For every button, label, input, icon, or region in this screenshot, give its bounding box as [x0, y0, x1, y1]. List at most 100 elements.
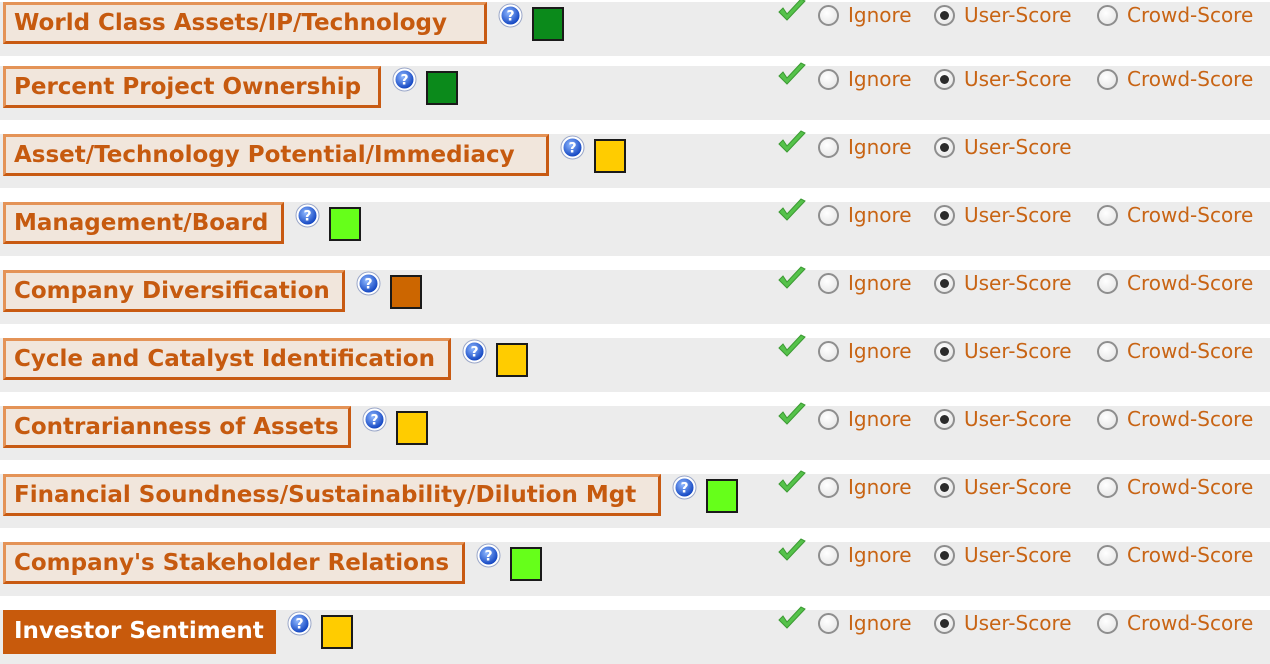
criterion-button[interactable]: World Class Assets/IP/Technology	[3, 2, 487, 44]
ignore-option[interactable]: Ignore	[818, 470, 912, 504]
help-icon[interactable]: ?	[560, 135, 585, 160]
checkmark-icon	[776, 468, 808, 498]
checkmark-icon	[776, 400, 808, 430]
ignore-option[interactable]: Ignore	[818, 402, 912, 436]
crowd-score-option[interactable]: Crowd-Score	[1097, 334, 1253, 368]
ignore-option[interactable]: Ignore	[818, 62, 912, 96]
checkmark-icon	[776, 60, 808, 90]
crowd-score-radio[interactable]	[1097, 204, 1118, 226]
user-score-radio[interactable]	[934, 136, 955, 158]
ignore-label: Ignore	[848, 339, 912, 363]
ignore-option[interactable]: Ignore	[818, 130, 912, 164]
crowd-score-radio[interactable]	[1097, 544, 1118, 566]
crowd-score-radio[interactable]	[1097, 340, 1118, 362]
ignore-option[interactable]: Ignore	[818, 266, 912, 300]
user-score-option[interactable]: User-Score	[934, 198, 1072, 232]
help-icon[interactable]: ?	[356, 271, 381, 296]
user-score-radio[interactable]	[934, 340, 955, 362]
crowd-score-radio[interactable]	[1097, 476, 1118, 498]
crowd-score-label: Crowd-Score	[1127, 543, 1254, 567]
ignore-radio[interactable]	[818, 476, 839, 498]
criterion-button[interactable]: Company's Stakeholder Relations	[3, 542, 465, 584]
crowd-score-radio[interactable]	[1097, 408, 1118, 430]
user-score-option[interactable]: User-Score	[934, 0, 1072, 32]
crowd-score-radio[interactable]	[1097, 4, 1118, 26]
user-score-radio[interactable]	[934, 408, 955, 430]
crowd-score-option[interactable]: Crowd-Score	[1097, 470, 1253, 504]
user-score-radio[interactable]	[934, 544, 955, 566]
criterion-button[interactable]: Company Diversification	[3, 270, 345, 312]
help-icon[interactable]: ?	[498, 3, 523, 28]
criterion-button[interactable]: Management/Board	[3, 202, 284, 244]
crowd-score-label: Crowd-Score	[1127, 611, 1254, 635]
user-score-radio[interactable]	[934, 612, 955, 634]
criterion-button[interactable]: Asset/Technology Potential/Immediacy	[3, 134, 549, 176]
ignore-radio[interactable]	[818, 408, 839, 430]
checkmark-icon	[776, 604, 808, 634]
crowd-score-option[interactable]: Crowd-Score	[1097, 198, 1253, 232]
svg-text:?: ?	[568, 141, 576, 157]
rating-color-swatch	[390, 275, 422, 309]
user-score-radio[interactable]	[934, 4, 955, 26]
user-score-option[interactable]: User-Score	[934, 470, 1072, 504]
user-score-label: User-Score	[964, 271, 1072, 295]
ignore-option[interactable]: Ignore	[818, 0, 912, 32]
ignore-option[interactable]: Ignore	[818, 198, 912, 232]
svg-text:?: ?	[400, 73, 408, 89]
help-icon[interactable]: ?	[476, 543, 501, 568]
ignore-radio[interactable]	[818, 136, 839, 158]
user-score-option[interactable]: User-Score	[934, 62, 1072, 96]
ignore-label: Ignore	[848, 271, 912, 295]
crowd-score-radio[interactable]	[1097, 612, 1118, 634]
crowd-score-option[interactable]: Crowd-Score	[1097, 402, 1253, 436]
criterion-button[interactable]: Financial Soundness/Sustainability/Dilut…	[3, 474, 661, 516]
crowd-score-option[interactable]: Crowd-Score	[1097, 538, 1253, 572]
help-icon[interactable]: ?	[295, 203, 320, 228]
crowd-score-radio[interactable]	[1097, 272, 1118, 294]
ignore-option[interactable]: Ignore	[818, 606, 912, 640]
help-icon[interactable]: ?	[392, 67, 417, 92]
rating-color-swatch	[426, 71, 458, 105]
ignore-radio[interactable]	[818, 340, 839, 362]
crowd-score-label: Crowd-Score	[1127, 339, 1254, 363]
help-icon[interactable]: ?	[672, 475, 697, 500]
svg-text:?: ?	[364, 277, 372, 293]
crowd-score-option[interactable]: Crowd-Score	[1097, 606, 1253, 640]
crowd-score-radio[interactable]	[1097, 68, 1118, 90]
criterion-button[interactable]: Cycle and Catalyst Identification	[3, 338, 451, 380]
user-score-option[interactable]: User-Score	[934, 266, 1072, 300]
user-score-option[interactable]: User-Score	[934, 538, 1072, 572]
user-score-radio[interactable]	[934, 476, 955, 498]
crowd-score-option[interactable]: Crowd-Score	[1097, 0, 1253, 32]
ignore-radio[interactable]	[818, 68, 839, 90]
criterion-row: Percent Project Ownership? Ignore User-Sco…	[0, 62, 1270, 120]
ignore-option[interactable]: Ignore	[818, 538, 912, 572]
user-score-label: User-Score	[964, 67, 1072, 91]
ignore-radio[interactable]	[818, 612, 839, 634]
crowd-score-option[interactable]: Crowd-Score	[1097, 62, 1253, 96]
ignore-option[interactable]: Ignore	[818, 334, 912, 368]
user-score-radio[interactable]	[934, 68, 955, 90]
ignore-radio[interactable]	[818, 204, 839, 226]
user-score-option[interactable]: User-Score	[934, 130, 1072, 164]
user-score-label: User-Score	[964, 407, 1072, 431]
help-icon[interactable]: ?	[362, 407, 387, 432]
ignore-radio[interactable]	[818, 544, 839, 566]
criterion-button[interactable]: Investor Sentiment	[3, 610, 276, 654]
crowd-score-option[interactable]: Crowd-Score	[1097, 266, 1253, 300]
ignore-label: Ignore	[848, 135, 912, 159]
criterion-button[interactable]: Contrarianness of Assets	[3, 406, 351, 448]
user-score-option[interactable]: User-Score	[934, 334, 1072, 368]
user-score-radio[interactable]	[934, 272, 955, 294]
help-icon[interactable]: ?	[287, 611, 312, 636]
ignore-radio[interactable]	[818, 4, 839, 26]
svg-text:?: ?	[680, 481, 688, 497]
ignore-radio[interactable]	[818, 272, 839, 294]
user-score-label: User-Score	[964, 611, 1072, 635]
user-score-option[interactable]: User-Score	[934, 606, 1072, 640]
user-score-radio[interactable]	[934, 204, 955, 226]
checkmark-icon	[776, 264, 808, 294]
user-score-option[interactable]: User-Score	[934, 402, 1072, 436]
help-icon[interactable]: ?	[462, 339, 487, 364]
criterion-button[interactable]: Percent Project Ownership	[3, 66, 381, 108]
